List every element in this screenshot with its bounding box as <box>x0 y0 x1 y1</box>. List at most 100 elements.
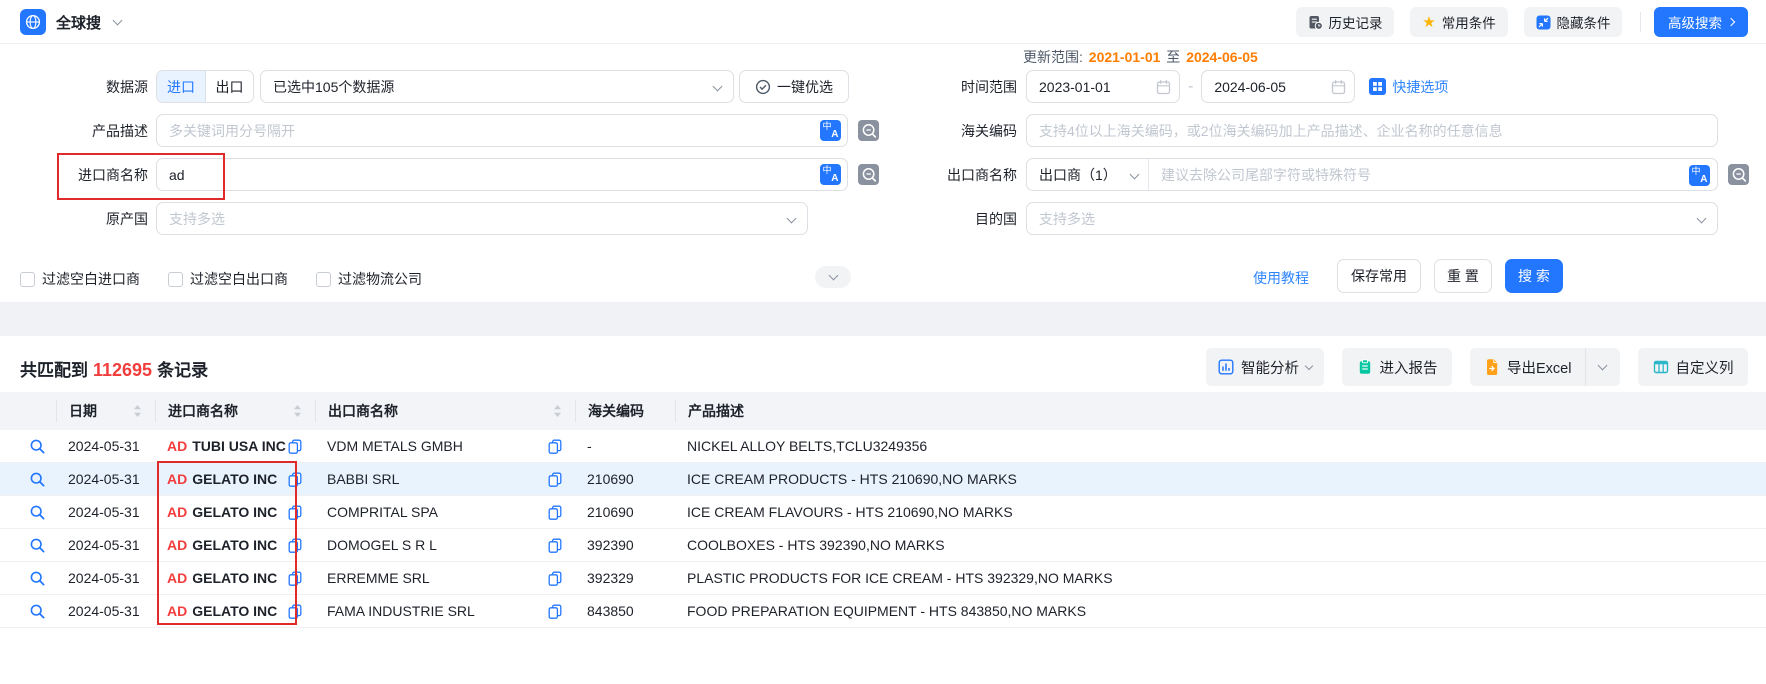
history-icon <box>1308 15 1323 30</box>
hs-code-input[interactable] <box>1026 114 1718 147</box>
time-range-label: 时间范围 <box>860 77 1017 97</box>
quick-pick-button[interactable]: 一键优选 <box>739 70 849 103</box>
importer-name-rest: GELATO INC <box>192 570 277 586</box>
tab-export[interactable]: 出口 <box>205 71 253 102</box>
row-detail-button[interactable] <box>18 603 56 620</box>
exporter-name: COMPRITAL SPA <box>327 504 438 520</box>
cell-hs-code: 210690 <box>575 504 675 520</box>
copy-icon[interactable] <box>288 505 302 520</box>
sort-icon[interactable] <box>553 404 562 418</box>
row-detail-button[interactable] <box>18 537 56 554</box>
top-bar: 全球搜 历史记录 ★ 常用条件 隐藏条件 高级搜索 <box>0 0 1766 44</box>
smart-analysis-button[interactable]: 智能分析 <box>1206 348 1324 386</box>
search-button[interactable]: 搜 索 <box>1505 259 1563 293</box>
importer-name-rest: TUBI USA INC <box>192 438 286 454</box>
save-favorite-button[interactable]: 保存常用 <box>1337 259 1421 293</box>
export-excel-button[interactable]: 导出Excel <box>1470 348 1585 386</box>
app-switch-chevron-down-icon[interactable] <box>113 16 123 26</box>
translate-icon[interactable]: 中A <box>820 164 841 185</box>
hide-conditions-button[interactable]: 隐藏条件 <box>1524 7 1622 37</box>
table-row[interactable]: 2024-05-31 ADGELATO INC FAMA INDUSTRIE S… <box>0 595 1766 628</box>
enter-report-button[interactable]: 进入报告 <box>1342 348 1452 386</box>
copy-icon[interactable] <box>548 571 562 586</box>
row-detail-button[interactable] <box>18 504 56 521</box>
star-icon: ★ <box>1422 15 1435 30</box>
header-date-label: 日期 <box>69 401 97 421</box>
header-importer[interactable]: 进口商名称 <box>155 400 315 422</box>
advanced-search-button[interactable]: 高级搜索 <box>1654 7 1748 37</box>
search-icon <box>29 471 46 488</box>
importer-input[interactable] <box>156 158 848 191</box>
filter-checkbox[interactable]: 过滤空白出口商 <box>168 269 288 289</box>
shortcut-icon <box>1369 78 1386 95</box>
importer-name: ADTUBI USA INC <box>167 438 286 454</box>
copy-icon[interactable] <box>548 604 562 619</box>
tutorial-link[interactable]: 使用教程 <box>1253 268 1309 288</box>
app-name: 全球搜 <box>56 12 101 33</box>
translate-icon[interactable]: 中A <box>820 120 841 141</box>
cell-date: 2024-05-31 <box>56 438 155 454</box>
columns-icon <box>1653 359 1669 375</box>
translate-icon[interactable]: 中A <box>1689 165 1710 186</box>
importer-match-highlight: AD <box>167 471 187 487</box>
header-exporter[interactable]: 出口商名称 <box>315 400 575 422</box>
collapse-form-button[interactable] <box>815 266 851 288</box>
sort-icon[interactable] <box>293 404 302 418</box>
exact-match-icon[interactable] <box>1728 164 1749 185</box>
favorites-button[interactable]: ★ 常用条件 <box>1410 7 1508 37</box>
data-source-select[interactable]: 已选中105个数据源 <box>260 70 734 103</box>
data-source-label: 数据源 <box>20 77 148 97</box>
filter-checkbox[interactable]: 过滤物流公司 <box>316 269 422 289</box>
reset-button[interactable]: 重 置 <box>1434 259 1492 293</box>
header-description: 产品描述 <box>675 400 1766 422</box>
copy-icon[interactable] <box>288 472 302 487</box>
count-suffix: 条记录 <box>157 356 208 381</box>
excel-export-icon <box>1484 359 1500 375</box>
table-row[interactable]: 2024-05-31 ADGELATO INC ERREMME SRL <box>0 562 1766 595</box>
copy-icon[interactable] <box>288 538 302 553</box>
table-row[interactable]: 2024-05-31 ADGELATO INC COMPRITAL SPA <box>0 496 1766 529</box>
app-logo[interactable] <box>20 9 46 35</box>
cell-importer: ADGELATO INC <box>155 537 315 553</box>
search-icon <box>29 570 46 587</box>
importer-match-highlight: AD <box>167 537 187 553</box>
update-range-end: 2024-06-05 <box>1184 49 1260 65</box>
product-desc-input[interactable] <box>156 114 848 147</box>
cell-date: 2024-05-31 <box>56 570 155 586</box>
header-date[interactable]: 日期 <box>56 400 155 422</box>
copy-icon[interactable] <box>548 472 562 487</box>
row-detail-button[interactable] <box>18 570 56 587</box>
collapse-icon <box>1536 15 1551 30</box>
cell-description: COOLBOXES - HTS 392390,NO MARKS <box>675 537 1766 553</box>
start-date-input[interactable]: 2023-01-01 <box>1026 70 1180 103</box>
filter-checkbox[interactable]: 过滤空白进口商 <box>20 269 140 289</box>
checkbox-box-icon[interactable] <box>316 272 331 287</box>
dest-country-select[interactable]: 支持多选 <box>1026 202 1718 235</box>
table-row[interactable]: 2024-05-31 ADGELATO INC DOMOGEL S R L <box>0 529 1766 562</box>
checkbox-box-icon[interactable] <box>168 272 183 287</box>
copy-icon[interactable] <box>548 538 562 553</box>
exporter-type-select[interactable]: 出口商（1） <box>1027 159 1149 190</box>
row-detail-button[interactable] <box>18 471 56 488</box>
history-button[interactable]: 历史记录 <box>1296 7 1394 37</box>
table-row[interactable]: 2024-05-31 ADTUBI USA INC VDM METALS GMB… <box>0 430 1766 463</box>
update-range-start: 2021-01-01 <box>1087 49 1163 65</box>
checkbox-box-icon[interactable] <box>20 272 35 287</box>
quick-options-link[interactable]: 快捷选项 <box>1369 77 1448 97</box>
end-date-input[interactable]: 2024-06-05 <box>1201 70 1355 103</box>
copy-icon[interactable] <box>288 439 302 454</box>
favorites-label: 常用条件 <box>1442 12 1496 32</box>
table-row[interactable]: 2024-05-31 ADGELATO INC BABBI SRL <box>0 463 1766 496</box>
cell-hs-code: 210690 <box>575 471 675 487</box>
copy-icon[interactable] <box>288 571 302 586</box>
tab-import[interactable]: 进口 <box>157 71 205 102</box>
sort-icon[interactable] <box>133 404 142 418</box>
row-detail-button[interactable] <box>18 438 56 455</box>
origin-country-select[interactable]: 支持多选 <box>156 202 808 235</box>
copy-icon[interactable] <box>548 505 562 520</box>
copy-icon[interactable] <box>548 439 562 454</box>
custom-columns-button[interactable]: 自定义列 <box>1638 348 1748 386</box>
export-options-button[interactable] <box>1585 348 1619 386</box>
copy-icon[interactable] <box>288 604 302 619</box>
exporter-input[interactable] <box>1149 167 1717 183</box>
